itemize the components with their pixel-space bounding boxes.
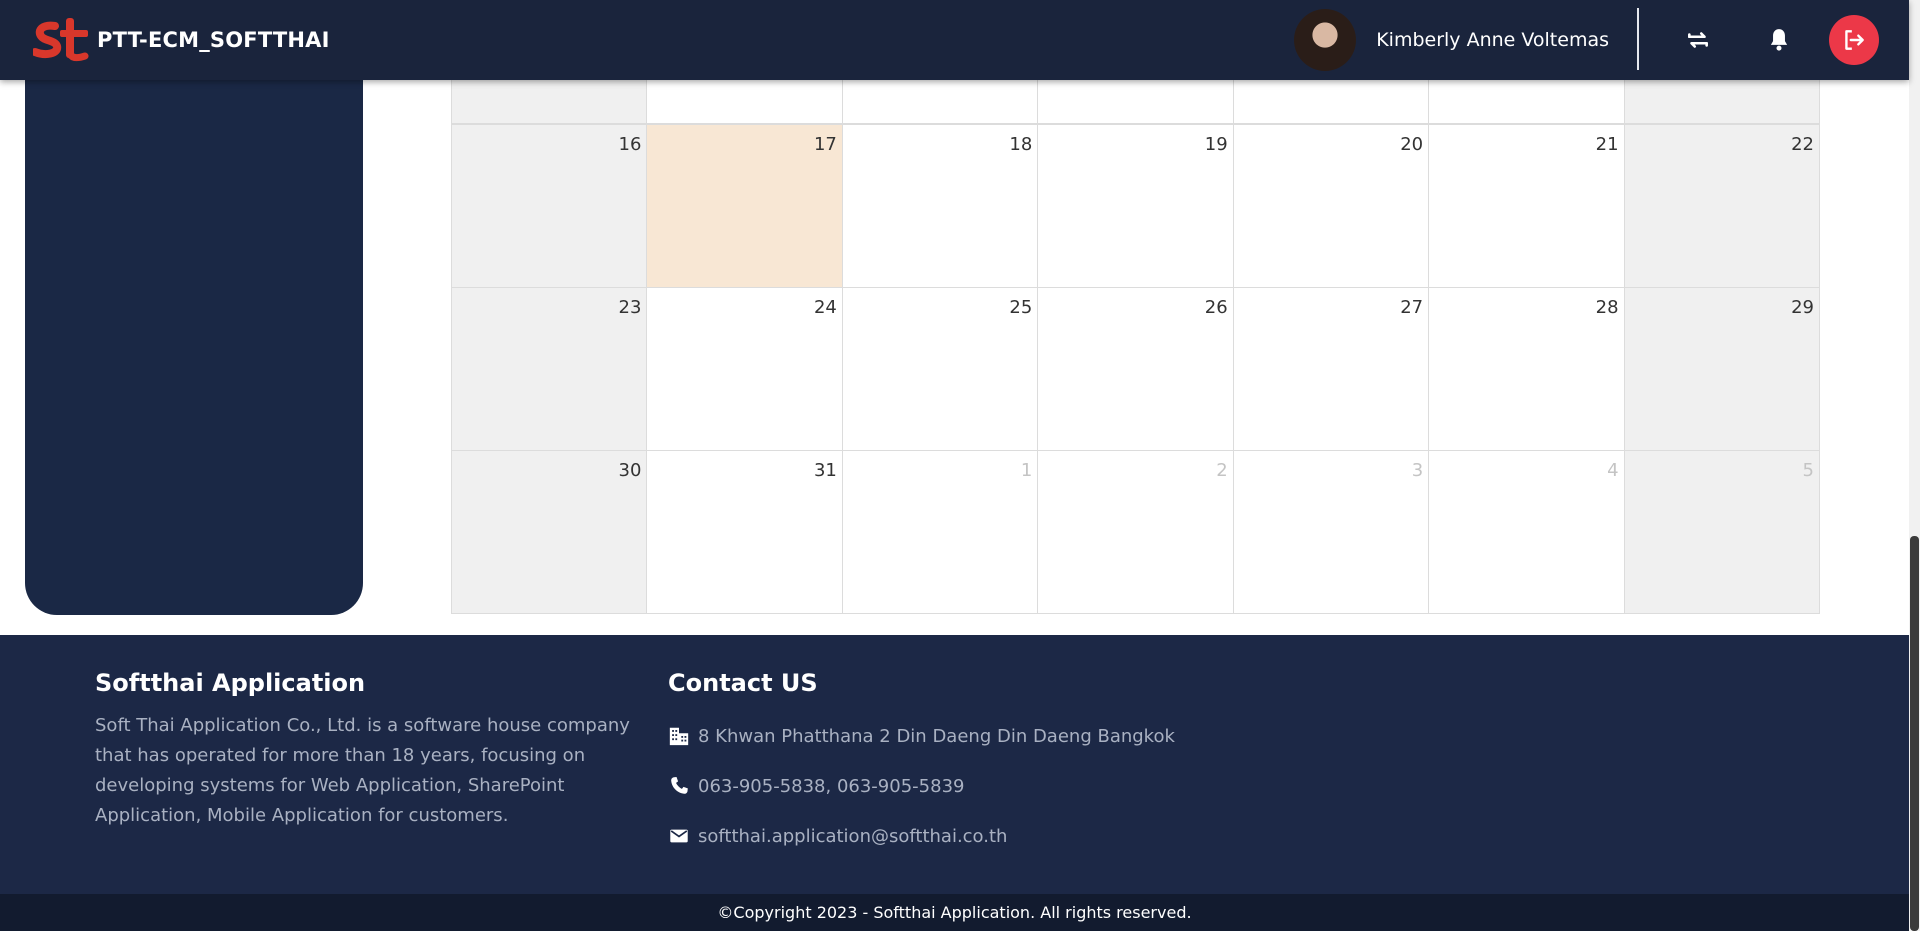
- switch-button[interactable]: [1676, 18, 1720, 62]
- mail-icon: [668, 825, 690, 847]
- calendar-day[interactable]: 31: [647, 451, 843, 614]
- calendar-day[interactable]: 19: [1038, 125, 1234, 288]
- copyright-text: ©Copyright 2023 - Softthai Application. …: [717, 903, 1192, 922]
- day-number[interactable]: 27: [1400, 297, 1423, 318]
- calendar-day[interactable]: 20: [1233, 125, 1430, 288]
- calendar-day[interactable]: 26: [1038, 288, 1234, 451]
- day-number[interactable]: 28: [1596, 297, 1619, 318]
- building-icon: [668, 725, 690, 747]
- calendar-day[interactable]: 28: [1429, 288, 1625, 451]
- user-name: Kimberly Anne Voltemas: [1376, 29, 1609, 51]
- calendar-day-today[interactable]: 17: [647, 125, 843, 288]
- phone-icon: [668, 775, 690, 797]
- brand[interactable]: PTT-ECM_SOFTTHAI: [33, 12, 330, 68]
- calendar-day[interactable]: 29: [1624, 288, 1820, 451]
- calendar-grid: 16 17 18 19 20 21 22 23 24 25 26 27 28 29 30 31 1 2 3 4 5: [451, 60, 1820, 614]
- footer: Softthai Application Soft Thai Applicati…: [0, 635, 1909, 894]
- calendar-day[interactable]: 2: [1038, 451, 1234, 614]
- calendar-day[interactable]: 24: [647, 288, 843, 451]
- contact-phone-text: 063-905-5838, 063-905-5839: [698, 775, 965, 797]
- header-divider: [1637, 8, 1639, 70]
- calendar-day[interactable]: 4: [1429, 451, 1625, 614]
- brand-name: PTT-ECM_SOFTTHAI: [97, 28, 330, 52]
- day-number[interactable]: 1: [1021, 460, 1032, 481]
- day-number[interactable]: 31: [814, 460, 837, 481]
- calendar-week-row: 16 17 18 19 20 21 22: [451, 125, 1820, 288]
- calendar-day[interactable]: 5: [1624, 451, 1820, 614]
- footer-about: Softthai Application Soft Thai Applicati…: [95, 669, 640, 831]
- contact-email-text: softthai.application@softthai.co.th: [698, 825, 1008, 847]
- contact-email[interactable]: softthai.application@softthai.co.th: [668, 823, 1175, 849]
- day-number[interactable]: 23: [619, 297, 642, 318]
- day-number[interactable]: 5: [1803, 460, 1814, 481]
- footer-about-text: Soft Thai Application Co., Ltd. is a sof…: [95, 715, 630, 826]
- day-number[interactable]: 29: [1791, 297, 1814, 318]
- softthai-logo: [33, 18, 89, 62]
- day-number[interactable]: 21: [1596, 134, 1619, 155]
- calendar-day[interactable]: 22: [1624, 125, 1820, 288]
- user-profile[interactable]: Kimberly Anne Voltemas: [1294, 9, 1609, 71]
- day-number[interactable]: 17: [814, 134, 837, 155]
- calendar-day[interactable]: 30: [452, 451, 648, 614]
- calendar-day[interactable]: 23: [452, 288, 648, 451]
- logout-button[interactable]: [1829, 15, 1879, 65]
- calendar-week-row: 30 31 1 2 3 4 5: [451, 451, 1820, 614]
- day-number[interactable]: 22: [1791, 134, 1814, 155]
- copyright-bar: ©Copyright 2023 - Softthai Application. …: [0, 894, 1909, 931]
- scrollbar-thumb[interactable]: [1910, 536, 1919, 931]
- footer-contact: Contact US 8 Khwan Phatthana 2 Din Daeng…: [668, 669, 1175, 849]
- top-navbar: PTT-ECM_SOFTTHAI Kimberly Anne Voltemas: [0, 0, 1909, 80]
- calendar-day[interactable]: 21: [1429, 125, 1625, 288]
- day-number[interactable]: 2: [1216, 460, 1227, 481]
- day-number[interactable]: 24: [814, 297, 837, 318]
- contact-list: 8 Khwan Phatthana 2 Din Daeng Din Daeng …: [668, 723, 1175, 849]
- day-number[interactable]: 3: [1412, 460, 1423, 481]
- contact-address-text: 8 Khwan Phatthana 2 Din Daeng Din Daeng …: [698, 725, 1175, 747]
- day-number[interactable]: 25: [1009, 297, 1032, 318]
- day-number[interactable]: 4: [1607, 460, 1618, 481]
- day-number[interactable]: 19: [1205, 134, 1228, 155]
- swap-arrows-icon: [1688, 32, 1708, 48]
- day-number[interactable]: 30: [619, 460, 642, 481]
- calendar-weeks: 16 17 18 19 20 21 22 23 24 25 26 27 28 29 30 31 1 2 3 4 5: [451, 125, 1820, 614]
- calendar-day[interactable]: 25: [842, 288, 1039, 451]
- bell-icon: [1770, 29, 1788, 51]
- day-number[interactable]: 16: [619, 134, 642, 155]
- calendar-day[interactable]: 27: [1233, 288, 1430, 451]
- footer-about-title: Softthai Application: [95, 669, 366, 697]
- calendar-day[interactable]: 16: [452, 125, 648, 288]
- footer-contact-title: Contact US: [668, 669, 818, 697]
- logout-icon: [1845, 30, 1864, 50]
- contact-address: 8 Khwan Phatthana 2 Din Daeng Din Daeng …: [668, 723, 1175, 749]
- calendar-week-row: 23 24 25 26 27 28 29: [451, 288, 1820, 451]
- avatar[interactable]: [1294, 9, 1357, 71]
- sidebar-panel: [25, 60, 363, 615]
- calendar-day[interactable]: 3: [1233, 451, 1430, 614]
- day-number[interactable]: 20: [1400, 134, 1423, 155]
- day-number[interactable]: 26: [1205, 297, 1228, 318]
- contact-phone[interactable]: 063-905-5838, 063-905-5839: [668, 773, 1175, 799]
- notifications-button[interactable]: [1757, 18, 1801, 62]
- calendar-day[interactable]: 1: [842, 451, 1039, 614]
- calendar-day[interactable]: 18: [842, 125, 1039, 288]
- day-number[interactable]: 18: [1009, 134, 1032, 155]
